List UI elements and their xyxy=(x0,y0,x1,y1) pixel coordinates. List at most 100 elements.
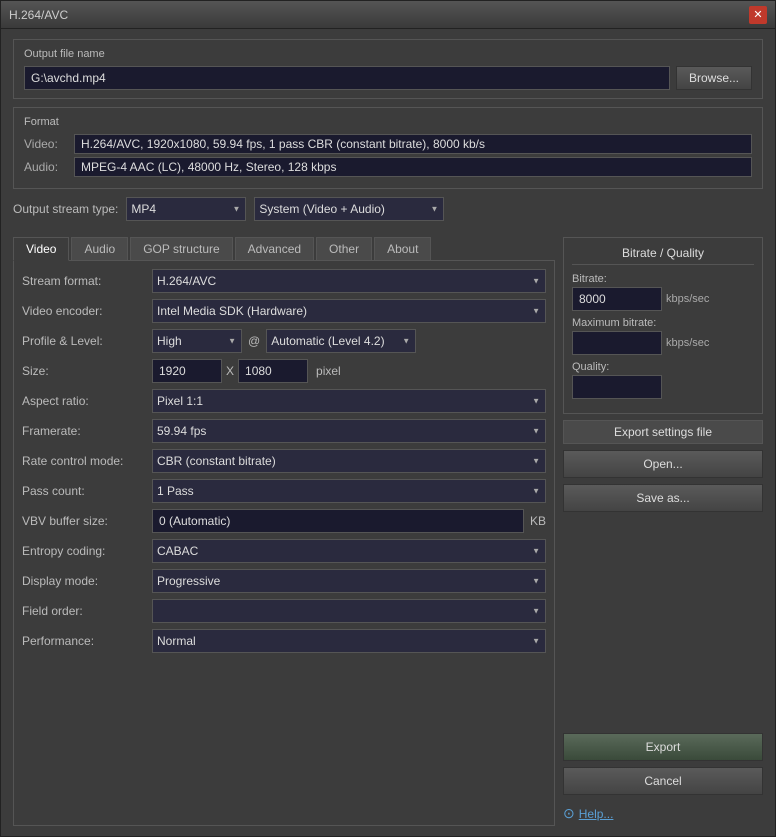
pass-count-select[interactable]: 1 Pass 2 Pass xyxy=(152,479,546,503)
performance-select[interactable]: Normal Fast Slow xyxy=(152,629,546,653)
performance-label: Performance: xyxy=(22,634,152,648)
stream-type-wrapper[interactable]: MP4 MKV AVI MOV xyxy=(126,197,246,221)
browse-button[interactable]: Browse... xyxy=(676,66,752,90)
field-order-label: Field order: xyxy=(22,604,152,618)
size-label: Size: xyxy=(22,364,152,378)
tab-audio[interactable]: Audio xyxy=(71,237,128,260)
aspect-ratio-wrapper[interactable]: Pixel 1:1 4:3 16:9 xyxy=(152,389,546,413)
entropy-coding-select[interactable]: CABAC CAVLC xyxy=(152,539,546,563)
framerate-label: Framerate: xyxy=(22,424,152,438)
tab-video[interactable]: Video xyxy=(13,237,69,261)
framerate-row: Framerate: 59.94 fps 29.97 fps 25 fps 24… xyxy=(22,419,546,443)
rate-control-label: Rate control mode: xyxy=(22,454,152,468)
vbv-unit: KB xyxy=(530,514,546,528)
level-select[interactable]: Automatic (Level 4.2) Level 4.0 Level 3.… xyxy=(266,329,416,353)
stream-format-select[interactable]: H.264/AVC xyxy=(152,269,546,293)
max-bitrate-unit: kbps/sec xyxy=(666,337,709,349)
tab-about[interactable]: About xyxy=(374,237,431,260)
size-row: Size: X pixel xyxy=(22,359,546,383)
video-value: H.264/AVC, 1920x1080, 59.94 fps, 1 pass … xyxy=(74,134,752,154)
open-button[interactable]: Open... xyxy=(563,450,763,478)
audio-format-row: Audio: MPEG-4 AAC (LC), 48000 Hz, Stereo… xyxy=(24,157,752,177)
file-row: Browse... xyxy=(24,66,752,90)
aspect-ratio-row: Aspect ratio: Pixel 1:1 4:3 16:9 xyxy=(22,389,546,413)
help-link[interactable]: Help... xyxy=(579,807,614,821)
export-settings-section: Export settings file Open... Save as... xyxy=(563,420,763,512)
export-button[interactable]: Export xyxy=(563,733,763,761)
audio-label: Audio: xyxy=(24,160,74,174)
video-label: Video: xyxy=(24,137,74,151)
video-encoder-wrapper[interactable]: Intel Media SDK (Hardware) Software xyxy=(152,299,546,323)
stream-format-row: Stream format: H.264/AVC xyxy=(22,269,546,293)
profile-wrapper[interactable]: High Main Baseline xyxy=(152,329,242,353)
window-title: H.264/AVC xyxy=(9,8,68,22)
bitrate-unit: kbps/sec xyxy=(666,293,709,305)
framerate-select[interactable]: 59.94 fps 29.97 fps 25 fps 24 fps xyxy=(152,419,546,443)
x-label: X xyxy=(226,364,234,378)
display-mode-select[interactable]: Progressive Interlaced xyxy=(152,569,546,593)
pass-count-row: Pass count: 1 Pass 2 Pass xyxy=(22,479,546,503)
quality-label: Quality: xyxy=(572,361,754,373)
tab-gop-structure[interactable]: GOP structure xyxy=(130,237,232,260)
max-bitrate-input[interactable] xyxy=(572,331,662,355)
profile-level-label: Profile & Level: xyxy=(22,334,152,348)
main-window: H.264/AVC ✕ Output file name Browse... F… xyxy=(0,0,776,837)
entropy-coding-wrapper[interactable]: CABAC CAVLC xyxy=(152,539,546,563)
vbv-buffer-input[interactable] xyxy=(152,509,524,533)
system-type-wrapper[interactable]: System (Video + Audio) Video only Audio … xyxy=(254,197,444,221)
max-bitrate-input-row: kbps/sec xyxy=(572,331,754,355)
height-input[interactable] xyxy=(238,359,308,383)
stream-type-select[interactable]: MP4 MKV AVI MOV xyxy=(126,197,246,221)
video-encoder-select[interactable]: Intel Media SDK (Hardware) Software xyxy=(152,299,546,323)
entropy-coding-label: Entropy coding: xyxy=(22,544,152,558)
stream-format-wrapper[interactable]: H.264/AVC xyxy=(152,269,546,293)
width-input[interactable] xyxy=(152,359,222,383)
tab-other[interactable]: Other xyxy=(316,237,372,260)
pixel-label: pixel xyxy=(316,364,341,378)
video-tab-content: Stream format: H.264/AVC Video encoder: xyxy=(13,261,555,826)
stream-format-label: Stream format: xyxy=(22,274,152,288)
aspect-ratio-select[interactable]: Pixel 1:1 4:3 16:9 xyxy=(152,389,546,413)
tab-advanced[interactable]: Advanced xyxy=(235,237,314,260)
main-content: Output file name Browse... Format Video:… xyxy=(1,29,775,836)
bitrate-section: Bitrate / Quality Bitrate: kbps/sec Maxi… xyxy=(563,237,763,414)
performance-row: Performance: Normal Fast Slow xyxy=(22,629,546,653)
help-icon: ⊙ xyxy=(563,805,575,822)
rate-control-select[interactable]: CBR (constant bitrate) VBR (variable bit… xyxy=(152,449,546,473)
save-as-button[interactable]: Save as... xyxy=(563,484,763,512)
cancel-button[interactable]: Cancel xyxy=(563,767,763,795)
main-area: Video Audio GOP structure Advanced Other… xyxy=(13,237,763,826)
bitrate-input[interactable] xyxy=(572,287,662,311)
video-encoder-row: Video encoder: Intel Media SDK (Hardware… xyxy=(22,299,546,323)
stream-type-label: Output stream type: xyxy=(13,202,118,216)
format-section: Format Video: H.264/AVC, 1920x1080, 59.9… xyxy=(13,107,763,189)
format-label: Format xyxy=(24,116,752,128)
at-sign: @ xyxy=(248,334,260,348)
rate-control-wrapper[interactable]: CBR (constant bitrate) VBR (variable bit… xyxy=(152,449,546,473)
file-path-input[interactable] xyxy=(24,66,670,90)
vbv-buffer-row: VBV buffer size: KB xyxy=(22,509,546,533)
spacer xyxy=(563,518,763,723)
video-encoder-label: Video encoder: xyxy=(22,304,152,318)
display-mode-row: Display mode: Progressive Interlaced xyxy=(22,569,546,593)
right-panel: Bitrate / Quality Bitrate: kbps/sec Maxi… xyxy=(563,237,763,826)
tabs-bar: Video Audio GOP structure Advanced Other… xyxy=(13,237,555,261)
field-order-wrapper[interactable]: Top Field First Bottom Field First xyxy=(152,599,546,623)
rate-control-row: Rate control mode: CBR (constant bitrate… xyxy=(22,449,546,473)
level-wrapper[interactable]: Automatic (Level 4.2) Level 4.0 Level 3.… xyxy=(266,329,416,353)
pass-count-wrapper[interactable]: 1 Pass 2 Pass xyxy=(152,479,546,503)
video-format-row: Video: H.264/AVC, 1920x1080, 59.94 fps, … xyxy=(24,134,752,154)
entropy-coding-row: Entropy coding: CABAC CAVLC xyxy=(22,539,546,563)
output-file-section: Output file name Browse... xyxy=(13,39,763,99)
field-order-select[interactable]: Top Field First Bottom Field First xyxy=(152,599,546,623)
system-type-select[interactable]: System (Video + Audio) Video only Audio … xyxy=(254,197,444,221)
display-mode-label: Display mode: xyxy=(22,574,152,588)
framerate-wrapper[interactable]: 59.94 fps 29.97 fps 25 fps 24 fps xyxy=(152,419,546,443)
close-button[interactable]: ✕ xyxy=(749,6,767,24)
display-mode-wrapper[interactable]: Progressive Interlaced xyxy=(152,569,546,593)
profile-select[interactable]: High Main Baseline xyxy=(152,329,242,353)
output-file-label: Output file name xyxy=(24,48,752,60)
performance-wrapper[interactable]: Normal Fast Slow xyxy=(152,629,546,653)
quality-input[interactable] xyxy=(572,375,662,399)
title-bar: H.264/AVC ✕ xyxy=(1,1,775,29)
